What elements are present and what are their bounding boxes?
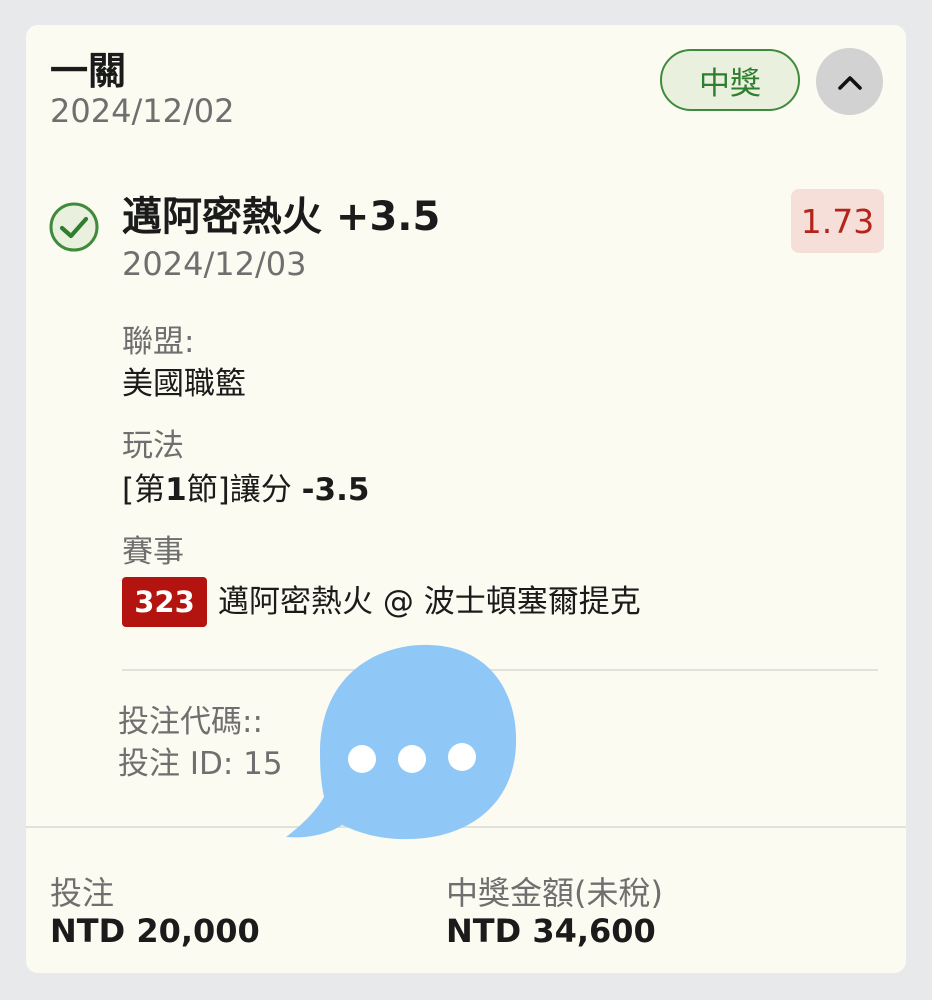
league-value: 美國職籃 xyxy=(122,366,246,402)
market-period: 1 xyxy=(165,472,187,508)
payout-value: NTD 34,600 xyxy=(446,912,656,950)
bet-type-title: 一關 xyxy=(50,49,127,93)
bet-card: 一關 2024/12/02 中獎 邁阿密熱火 +3.5 1.73 2024/12… xyxy=(26,25,906,973)
match-number-badge: 323 xyxy=(122,577,207,627)
bet-date: 2024/12/02 xyxy=(50,92,235,130)
selection-title: 邁阿密熱火 +3.5 xyxy=(122,194,441,240)
market-value-prefix: [第 xyxy=(122,472,166,508)
event-date: 2024/12/03 xyxy=(122,245,307,283)
market-value-mid: 節]讓分 xyxy=(186,472,302,508)
check-circle-icon xyxy=(49,202,99,252)
collapse-button[interactable] xyxy=(816,48,883,115)
event-label: 賽事 xyxy=(122,534,184,570)
odds-badge: 1.73 xyxy=(791,189,884,253)
matchup-text: 邁阿密熱火 @ 波士頓塞爾提克 xyxy=(218,584,641,620)
market-label: 玩法 xyxy=(122,428,184,464)
market-value: [第1節]讓分 -3.5 xyxy=(122,471,369,509)
chat-bubble-icon[interactable] xyxy=(280,633,520,863)
stake-label: 投注 xyxy=(50,874,115,912)
stake-value: NTD 20,000 xyxy=(50,912,260,950)
league-label: 聯盟: xyxy=(122,324,195,360)
ticket-id-label: 投注 ID: 15 xyxy=(118,746,283,782)
chevron-up-icon xyxy=(837,75,862,90)
payout-label: 中獎金額(未稅) xyxy=(446,874,663,912)
ticket-code-label: 投注代碼:: xyxy=(118,704,263,740)
market-line: -3.5 xyxy=(301,472,370,508)
status-badge: 中獎 xyxy=(660,49,800,111)
